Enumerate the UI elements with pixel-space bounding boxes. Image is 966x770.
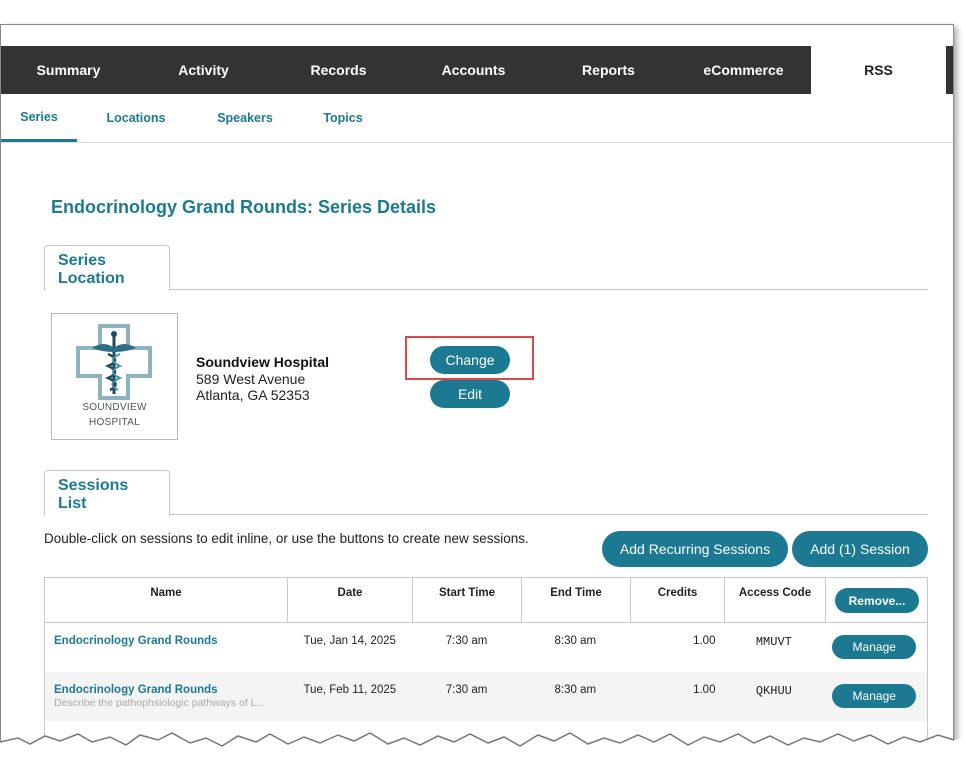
manage-session-button[interactable]: Manage — [832, 684, 917, 708]
series-location-tab: Series Location — [44, 245, 170, 291]
torn-edge-decoration — [0, 732, 966, 770]
tab-ecommerce[interactable]: eCommerce — [676, 46, 811, 94]
session-access-code: QKHUU — [755, 684, 792, 698]
sessions-list-tab-line2: List — [58, 495, 87, 512]
location-address-line1: 589 West Avenue — [196, 371, 306, 387]
page-title: Endocrinology Grand Rounds: Series Detai… — [51, 197, 437, 217]
session-credits: 1.00 — [693, 635, 716, 647]
table-row[interactable]: Endocrinology Grand Rounds Describe the … — [45, 672, 927, 721]
session-name-link[interactable]: Endocrinology Grand Rounds — [54, 635, 287, 647]
col-name-header: Name — [45, 578, 288, 622]
col-action-header: Remove... — [826, 578, 927, 622]
col-end-header: End Time — [522, 578, 631, 622]
section-divider — [170, 514, 928, 515]
subtab-series[interactable]: Series — [1, 94, 77, 142]
sessions-hint: Double-click on sessions to edit inline,… — [44, 531, 529, 546]
hospital-logo: SOUNDVIEW HOSPITAL — [51, 313, 178, 440]
sessions-list-tab: Sessions List — [44, 470, 170, 516]
manage-session-button[interactable]: Manage — [832, 635, 917, 659]
table-row[interactable]: Endocrinology Grand Rounds Tue, Jan 14, … — [45, 623, 927, 672]
session-start-time: 7:30 am — [445, 635, 488, 647]
series-location-tab-line2: Location — [58, 270, 125, 287]
tab-activity[interactable]: Activity — [136, 46, 271, 94]
session-date: Tue, Feb 11, 2025 — [303, 684, 397, 696]
tab-rss[interactable]: RSS — [811, 46, 946, 94]
col-start-header: Start Time — [413, 578, 522, 622]
add-recurring-sessions-button[interactable]: Add Recurring Sessions — [602, 531, 788, 567]
section-divider — [170, 289, 928, 290]
highlight-box — [405, 336, 534, 380]
col-access-header: Access Code — [725, 578, 826, 622]
col-date-header: Date — [288, 578, 413, 622]
session-start-time: 7:30 am — [445, 684, 488, 696]
session-description: Describe the pathophsiologic pathways of… — [54, 697, 266, 709]
tab-summary[interactable]: Summary — [1, 46, 136, 94]
top-nav: Summary Activity Records Accounts Report… — [1, 46, 953, 94]
subtab-locations[interactable]: Locations — [97, 94, 175, 142]
tab-reports[interactable]: Reports — [541, 46, 676, 94]
sessions-list-tab-line1: Sessions — [58, 477, 129, 494]
edit-location-button[interactable]: Edit — [430, 380, 510, 408]
tab-accounts[interactable]: Accounts — [406, 46, 541, 94]
remove-sessions-button[interactable]: Remove... — [835, 588, 919, 613]
logo-text-line1: SOUNDVIEW — [82, 402, 147, 413]
session-end-time: 8:30 am — [554, 684, 597, 696]
logo-text-line2: HOSPITAL — [88, 417, 141, 428]
session-name-link[interactable]: Endocrinology Grand Rounds — [54, 684, 287, 696]
series-location-tab-line1: Series — [58, 252, 107, 269]
session-credits: 1.00 — [693, 684, 716, 696]
session-name-cell: Endocrinology Grand Rounds — [45, 623, 287, 672]
tab-records[interactable]: Records — [271, 46, 406, 94]
table-header: Name Date Start Time End Time Credits Ac… — [45, 578, 927, 623]
medical-cross-icon — [76, 324, 152, 400]
app-window: Summary Activity Records Accounts Report… — [0, 24, 954, 770]
session-action-cell: Manage — [824, 672, 927, 721]
session-access-code: MMUVT — [755, 635, 792, 649]
session-date: Tue, Jan 14, 2025 — [303, 635, 396, 647]
subtab-speakers[interactable]: Speakers — [209, 94, 281, 142]
session-end-time: 8:30 am — [554, 635, 597, 647]
col-credits-header: Credits — [631, 578, 725, 622]
location-address-line2: Atlanta, GA 52353 — [196, 387, 310, 403]
session-name-cell: Endocrinology Grand Rounds Describe the … — [45, 672, 287, 721]
sub-nav: Series Locations Speakers Topics — [1, 94, 953, 143]
location-name: Soundview Hospital — [196, 354, 330, 370]
add-session-button[interactable]: Add (1) Session — [792, 531, 928, 567]
session-action-cell: Manage — [824, 623, 927, 672]
subtab-topics[interactable]: Topics — [315, 94, 371, 142]
